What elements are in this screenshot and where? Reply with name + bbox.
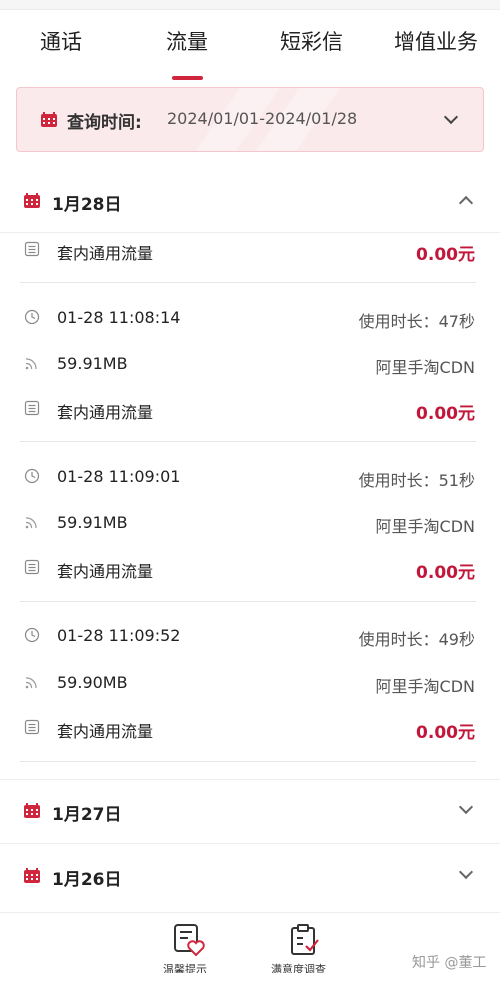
signal-icon: [25, 677, 37, 689]
chevron-up-icon[interactable]: [458, 195, 474, 211]
fee-value: 0.00元: [416, 723, 475, 743]
tab-value-added[interactable]: 增值业务: [394, 26, 478, 56]
package-name: 套内通用流量: [57, 244, 154, 263]
divider: [0, 779, 500, 780]
day-label: 1月26日: [52, 870, 122, 890]
record-app: 阿里手淘CDN: [375, 677, 475, 696]
fee-value: 0.00元: [416, 563, 475, 583]
list-doc-icon: [24, 719, 40, 735]
signal-icon: [25, 517, 37, 529]
clock-icon: [24, 468, 40, 484]
package-name: 套内通用流量: [57, 722, 154, 741]
query-time-selector[interactable]: 查询时间: 2024/01/01-2024/01/28: [16, 87, 484, 152]
tab-bar: 通话 流量 短彩信 增值业务: [0, 10, 500, 80]
record-divider: [20, 601, 476, 602]
record-duration: 使用时长：47秒: [358, 312, 475, 331]
top-status-strip: [0, 0, 500, 10]
day-header-jan28[interactable]: 1月28日: [0, 172, 500, 230]
tab-sms[interactable]: 短彩信: [280, 26, 343, 56]
calendar-icon: [41, 112, 57, 127]
survey-clipboard-icon[interactable]: [288, 923, 322, 957]
signal-icon: [25, 358, 37, 370]
calendar-icon: [24, 868, 40, 883]
watermark: 知乎 @董工: [412, 955, 487, 971]
record-time: 01-28 11:09:01: [57, 467, 181, 486]
record-divider: [20, 761, 476, 762]
query-time-value: 2024/01/01-2024/01/28: [167, 109, 358, 128]
record-data-amount: 59.91MB: [57, 354, 128, 373]
chevron-down-icon[interactable]: [458, 864, 474, 880]
list-doc-icon: [24, 241, 40, 257]
record-time: 01-28 11:09:52: [57, 626, 181, 645]
clock-icon: [24, 627, 40, 643]
survey-label[interactable]: 满意度调查: [271, 961, 326, 973]
day-header-jan26[interactable]: 1月26日: [0, 847, 500, 905]
fee-value: 0.00元: [416, 404, 475, 424]
list-doc-icon: [24, 559, 40, 575]
divider: [0, 232, 500, 233]
divider: [0, 843, 500, 844]
record-app: 阿里手淘CDN: [375, 358, 475, 377]
calendar-icon: [24, 803, 40, 818]
package-name: 套内通用流量: [57, 562, 154, 581]
active-tab-indicator: [172, 76, 203, 80]
chevron-down-icon[interactable]: [443, 109, 459, 125]
tab-data[interactable]: 流量: [166, 26, 208, 56]
day-header-jan27[interactable]: 1月27日: [0, 782, 500, 840]
record-duration: 使用时长：51秒: [358, 471, 475, 490]
record-time: 01-28 11:08:14: [57, 308, 181, 327]
record-data-amount: 59.90MB: [57, 673, 128, 692]
record-divider: [20, 282, 476, 283]
query-time-label: 查询时间:: [67, 113, 142, 133]
chevron-down-icon[interactable]: [458, 799, 474, 815]
list-doc-icon: [24, 400, 40, 416]
tab-calls[interactable]: 通话: [40, 26, 82, 56]
clock-icon: [24, 309, 40, 325]
day-label: 1月28日: [52, 195, 122, 215]
fee-value: 0.00元: [416, 245, 475, 265]
package-name: 套内通用流量: [57, 403, 154, 422]
record-divider: [20, 441, 476, 442]
reminder-heart-icon[interactable]: [172, 923, 206, 957]
record-app: 阿里手淘CDN: [375, 517, 475, 536]
record-data-amount: 59.91MB: [57, 513, 128, 532]
calendar-icon: [24, 193, 40, 208]
record-duration: 使用时长：49秒: [358, 630, 475, 649]
day-label: 1月27日: [52, 805, 122, 825]
reminder-label[interactable]: 温馨提示: [163, 961, 207, 973]
